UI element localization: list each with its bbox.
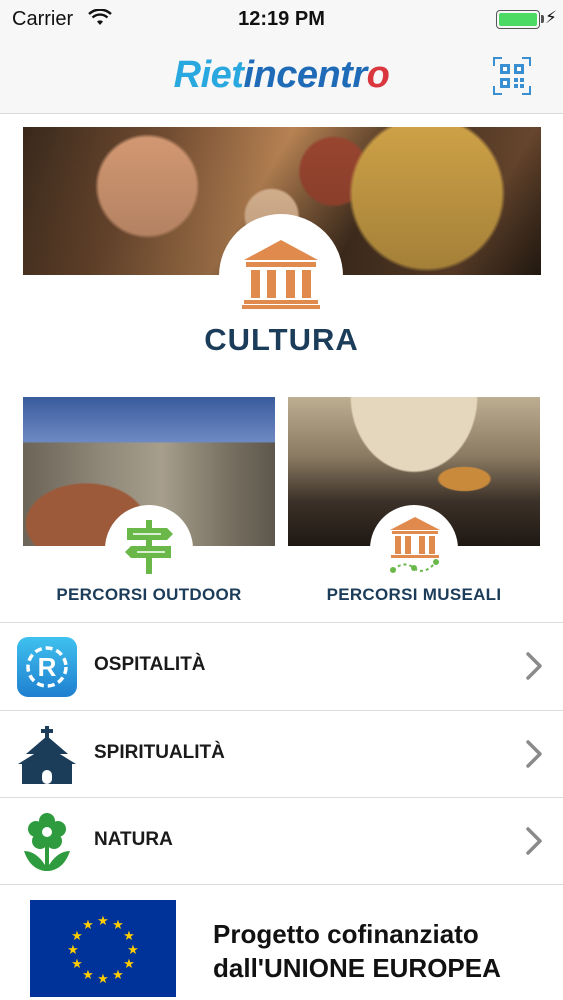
hospitality-r-icon: R xyxy=(17,637,77,697)
list-item-ospitalita[interactable]: R OSPITALITÀ xyxy=(0,622,563,710)
qr-scan-icon[interactable] xyxy=(492,56,532,96)
museum-route-icon xyxy=(390,517,440,573)
percorsi-museali-label[interactable]: PERCORSI MUSEALI xyxy=(279,585,549,605)
svg-text:★: ★ xyxy=(82,918,94,933)
list-item-natura[interactable]: NATURA xyxy=(0,797,563,885)
funding-line-1: Progetto cofinanziato xyxy=(213,919,479,949)
app-logo: Rietincentro xyxy=(0,54,563,97)
svg-text:★: ★ xyxy=(71,929,83,944)
svg-text:★: ★ xyxy=(123,957,135,972)
eu-funding-footer: ★ ★ ★ ★ ★ ★ ★ ★ ★ ★ ★ ★ Progetto cofinanziato dal… xyxy=(0,884,563,1000)
list-item-spiritualita[interactable]: SPIRITUALITÀ xyxy=(0,710,563,798)
svg-text:R: R xyxy=(38,652,57,682)
ospitalita-label: OSPITALITÀ xyxy=(94,654,206,675)
logo-part-riet: Riet xyxy=(173,54,244,96)
svg-text:★: ★ xyxy=(71,957,83,972)
svg-text:★: ★ xyxy=(82,968,94,983)
percorsi-outdoor-label[interactable]: PERCORSI OUTDOOR xyxy=(14,585,284,605)
temple-icon xyxy=(242,240,320,309)
chevron-right-icon xyxy=(526,740,542,768)
signpost-icon xyxy=(125,520,173,574)
charging-icon: ⚡ xyxy=(545,8,557,27)
logo-part-o: o xyxy=(366,54,390,96)
church-icon xyxy=(18,726,76,784)
funding-text: Progetto cofinanziato dall'UNIONE EUROPE… xyxy=(213,917,501,985)
spiritualita-label: SPIRITUALITÀ xyxy=(94,742,225,763)
battery-icon xyxy=(496,10,540,29)
battery-tip xyxy=(541,15,544,23)
flower-icon xyxy=(24,813,70,871)
eu-flag-icon: ★ ★★★ ★★★★ ★★★★ xyxy=(30,900,176,997)
natura-label: NATURA xyxy=(94,829,173,850)
svg-text:★: ★ xyxy=(112,968,124,983)
clock: 12:19 PM xyxy=(238,8,325,30)
svg-text:★: ★ xyxy=(97,914,109,929)
svg-text:★: ★ xyxy=(97,972,109,987)
chevron-right-icon xyxy=(526,652,542,680)
svg-text:★: ★ xyxy=(123,929,135,944)
svg-text:★: ★ xyxy=(67,943,79,958)
svg-text:★: ★ xyxy=(127,943,139,958)
app-header: Rietincentro xyxy=(0,38,563,114)
svg-text:★: ★ xyxy=(112,918,124,933)
funding-line-2: dall'UNIONE EUROPEA xyxy=(213,953,501,983)
logo-part-incentr: incentr xyxy=(243,54,367,96)
chevron-right-icon xyxy=(526,827,542,855)
cultura-title: CULTURA xyxy=(204,322,359,357)
status-bar: Carrier 12:19 PM ⚡ xyxy=(0,0,563,38)
